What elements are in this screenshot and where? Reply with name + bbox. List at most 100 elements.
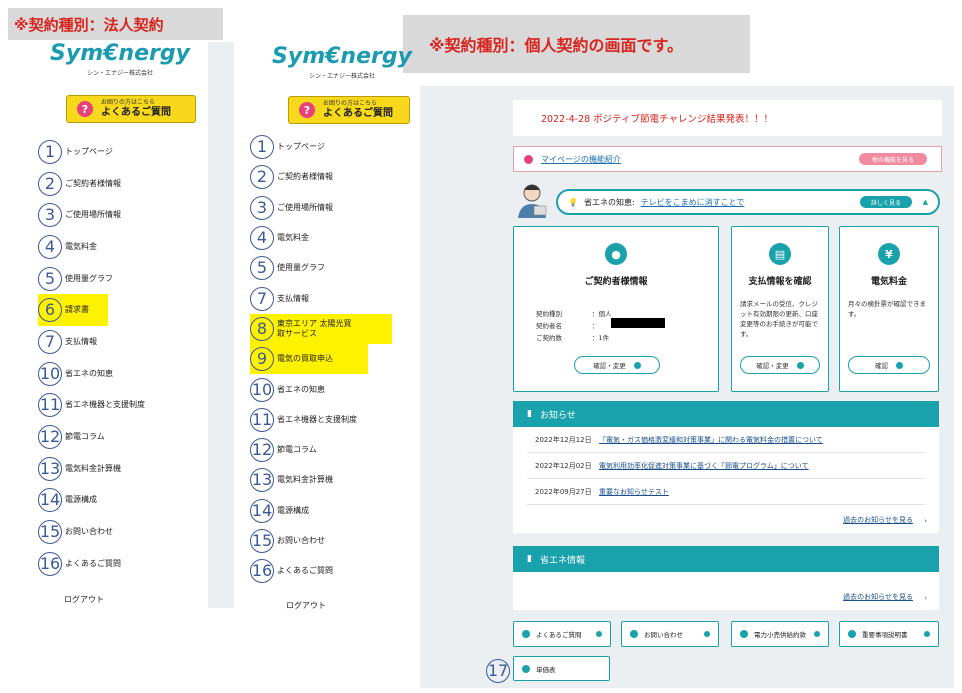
nav-item[interactable]: 15 お問い合わせ [250,526,410,556]
nav-item-label: 電源構成 [65,495,97,505]
nav-item[interactable]: 4 電気料金 [250,223,410,253]
nav-item-label: 省エネ機器と支援制度 [65,400,145,410]
nav-item-label: トップページ [65,146,113,156]
nav-item[interactable]: 16 よくあるご質問 [38,548,208,580]
nav-number-badge: 9 [250,347,274,372]
fee-check-button[interactable]: 確認 [848,356,930,374]
nav-number-badge: 12 [38,425,62,450]
nav-number-badge: 3 [250,195,274,220]
nav-item-label: 使用量グラフ [277,263,325,273]
news-more-link[interactable]: 過去のお知らせを見る [843,515,913,525]
nav-item[interactable]: 7 支払情報 [250,283,410,313]
nav-item[interactable]: 11 省エネ機器と支援制度 [38,390,208,422]
footer-link-button[interactable]: 重要事項説明書 [839,621,939,647]
book-icon: ▮ [527,409,532,419]
nav-item[interactable]: 14 電源構成 [38,485,208,517]
nav-item[interactable]: 15 お問い合わせ [38,516,208,548]
unit-price-button[interactable]: 単価表 [513,656,610,681]
energy-info-header: ▮ 省エネ情報 [513,546,939,572]
nav-item-label: 省エネ機器と支援制度 [277,414,357,424]
contract-edit-button[interactable]: 確認・変更 [574,356,660,374]
logout-link-corporate[interactable]: ログアウト [64,594,104,605]
tips-detail-button[interactable]: 詳しく見る [860,196,912,208]
news-date: 2022年12月12日 [535,435,592,444]
nav-item[interactable]: 4 電気料金 [38,231,208,263]
nav-item-label: 省エネの知恵 [277,384,325,394]
info-icon [848,630,856,638]
info-icon [740,630,748,638]
contract-info-key: ご契約数 [536,334,562,342]
nav-item-label: 電源構成 [277,505,309,515]
nav-item[interactable]: 5 使用量グラフ [38,263,208,295]
faq-button-personal[interactable]: ? お困りの方はこちら よくあるご質問 [288,96,410,124]
nav-item[interactable]: 1 トップページ [38,136,208,168]
nav-item[interactable]: 13 電気料金計算機 [38,453,208,485]
faq-button-corporate[interactable]: ? お困りの方はこちら よくあるご質問 [66,95,196,123]
nav-item[interactable]: 2 ご契約者様情報 [38,168,208,200]
nav-item-label: 東京エリア 太陽光買取サービス [277,318,352,338]
nav-item[interactable]: 1 トップページ [250,132,410,162]
nav-item[interactable]: 13 電気料金計算機 [250,465,410,495]
energy-more-link[interactable]: 過去のお知らせを見る [843,592,913,602]
callout-number-17: 17 [486,659,510,683]
contract-card-title: ご契約者様情報 [584,277,648,287]
news-date: 2022年12月02日 [535,461,592,470]
nav-item[interactable]: 12 節電コラム [250,435,410,465]
scroll-arrows-icon[interactable]: ▲ [923,198,928,206]
news-link[interactable]: 「電気・ガス価格激変緩和対策事業」に関わる電気料金の措置について [599,435,823,445]
nav-item-label: お問い合わせ [65,527,113,537]
announcement-bar[interactable]: 2022-4-28 ポジティブ節電チャレンジ結果発表！！！ [513,100,942,136]
news-item: 2022年12月12日 「電気・ガス価格激変緩和対策事業」に関わる電気料金の措置に… [527,427,925,453]
news-item: 2022年12月02日 電気利用効率化促進対策事業に基づく「節電プログラム」につい… [527,453,925,479]
nav-item[interactable]: 9 電気の買取申込 [250,344,368,375]
arrow-icon [924,631,930,637]
nav-number-badge: 12 [250,438,274,463]
nav-item[interactable]: 3 ご使用場所情報 [38,199,208,231]
footer-link-label: 重要事項説明書 [862,631,908,639]
nav-item-label: 節電コラム [65,432,105,442]
footer-link-button[interactable]: お問い合わせ [621,621,719,647]
nav-number-badge: 5 [250,256,274,281]
yen-icon: ¥ [878,243,900,265]
nav-item-label: ご契約者様情報 [277,172,333,182]
nav-item-label: 電気料金計算機 [277,475,333,485]
nav-item[interactable]: 3 ご使用場所情報 [250,193,410,223]
nav-item[interactable]: 6 請求書 [38,294,108,327]
footer-link-button[interactable]: よくあるご質問 [513,621,611,647]
logo-corporate[interactable]: Sym€nergy シン・エナジー株式会社 [40,42,200,78]
nav-item[interactable]: 5 使用量グラフ [250,253,410,283]
document-icon: ▤ [769,243,791,265]
nav-item[interactable]: 11 省エネ機器と支援制度 [250,405,410,435]
nav-item[interactable]: 12 節電コラム [38,421,208,453]
nav-item-label: ご契約者様情報 [65,178,121,188]
nav-item[interactable]: 10 省エネの知恵 [38,358,208,390]
feature-intro-link[interactable]: マイページの機能紹介 [541,154,621,165]
lightbulb-icon: 💡 [568,197,578,207]
nav-item[interactable]: 16 よくあるご質問 [250,556,410,586]
user-icon: ● [605,243,627,265]
nav-item[interactable]: 2 ご契約者様情報 [250,162,410,192]
nav-number-badge: 2 [250,165,274,190]
news-section: ▮ お知らせ 2022年12月12日 「電気・ガス価格激変緩和対策事業」に関わる電気… [513,401,939,533]
logo-personal[interactable]: Sym€nergy シン・エナジー株式会社 [262,45,422,81]
nav-item[interactable]: 10 省エネの知恵 [250,374,410,404]
tips-link[interactable]: テレビをこまめに消すことで [641,197,745,208]
tips-label: 省エネの知恵: [583,197,635,207]
personal-contract-banner: ※契約種別：個人契約の画面です。 [403,15,750,73]
news-link[interactable]: 電気利用効率化促進対策事業に基づく「節電プログラム」について [599,461,809,471]
feature-intro-bar: マイページの機能紹介 他の機能を見る [513,146,942,172]
news-item: 2022年09月27日 重要なお知らせテスト [527,479,925,505]
corporate-nav: 1 トップページ 2 ご契約者様情報 3 ご使用場所情報 4 電気料金 5 使用量グラフ 6 請求書 7… [38,136,208,580]
payment-edit-button[interactable]: 確認・変更 [740,356,820,374]
news-link[interactable]: 重要なお知らせテスト [599,487,669,497]
nav-item[interactable]: 8 東京エリア 太陽光買取サービス [250,313,392,345]
nav-item[interactable]: 14 電源構成 [250,496,410,526]
logout-link-personal[interactable]: ログアウト [286,600,326,611]
other-features-button[interactable]: 他の機能を見る [859,153,927,165]
nav-number-badge: 16 [250,559,274,584]
footer-link-button[interactable]: 電力小売供給約款 [731,621,829,647]
chevron-right-icon: › [924,594,927,602]
nav-item-label: ご使用場所情報 [65,210,121,220]
nav-item[interactable]: 7 支払情報 [38,326,208,358]
nav-number-badge: 7 [38,329,62,354]
